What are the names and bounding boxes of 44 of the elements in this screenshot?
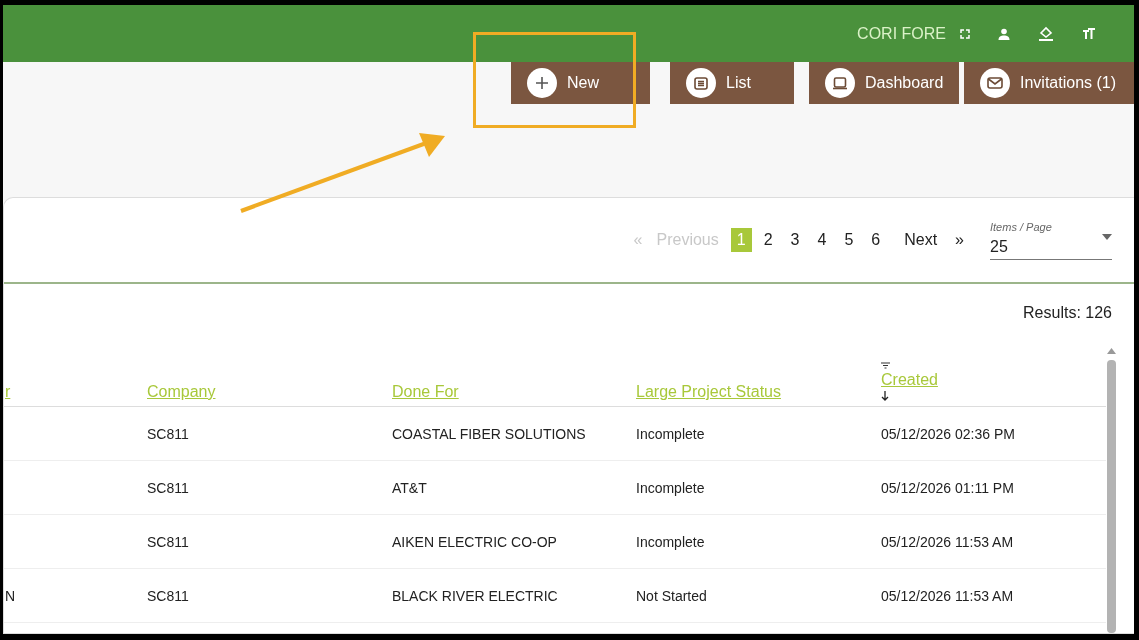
table-cell: COASTAL FIBER SOLUTIONS (392, 425, 586, 442)
user-icon[interactable] (998, 27, 1010, 40)
table-cell: Incomplete (636, 533, 705, 550)
text-size-icon[interactable] (1082, 28, 1096, 39)
user-name: CORI FORE (857, 24, 946, 43)
scrollbar[interactable] (1106, 348, 1116, 633)
previous-arrow: « (633, 231, 643, 249)
table-cell: SC811 (147, 587, 189, 604)
table-cell: Incomplete (636, 425, 705, 442)
page-link[interactable]: 4 (811, 228, 833, 252)
table-cell: 05/12/2026 02:36 PM (881, 425, 1015, 442)
nav-button[interactable]: New (511, 62, 650, 104)
page-link[interactable]: 3 (784, 228, 806, 252)
table-cell: SC811 (147, 479, 189, 496)
caret-icon (1102, 233, 1112, 240)
page-link[interactable]: 6 (865, 228, 887, 252)
envelope-icon (987, 77, 1003, 89)
nav-button[interactable]: Dashboard (809, 62, 959, 104)
page-link[interactable]: 2 (757, 228, 779, 252)
items-per-page-select[interactable]: Items / Page 25 (990, 220, 1112, 260)
table-cell: Incomplete (636, 479, 705, 496)
table-cell: AT&T (392, 479, 427, 496)
table-cell: SC811 (147, 533, 189, 550)
table-cell: SC811 (147, 425, 189, 442)
list-icon (694, 76, 708, 90)
scroll-up-icon[interactable] (1106, 348, 1116, 354)
nav-button[interactable]: Invitations (1) (964, 62, 1134, 104)
table-cell: Not Started (636, 587, 707, 604)
table-cell: BLACK RIVER ELECTRIC (392, 587, 558, 604)
table-cell: 05/12/2026 11:53 AM (881, 587, 1014, 604)
fullscreen-icon[interactable] (960, 28, 970, 39)
table-cell: AIKEN ELECTRIC CO-OP (392, 533, 557, 550)
next-link[interactable]: Next (898, 228, 944, 252)
table-cell: 05/12/2026 11:53 AM (881, 533, 1014, 550)
filter-icon[interactable] (881, 362, 890, 369)
plus-icon (535, 76, 549, 90)
nav-button[interactable]: List (670, 62, 794, 104)
next-arrow: » (954, 230, 965, 250)
table-cell: N (5, 587, 16, 604)
laptop-icon (833, 76, 847, 90)
results-count: Results: 126 (1023, 304, 1112, 323)
paint-bucket-icon[interactable] (1038, 26, 1054, 41)
table-cell: 05/12/2026 01:11 PM (881, 479, 1014, 496)
page-link[interactable]: 5 (838, 228, 860, 252)
